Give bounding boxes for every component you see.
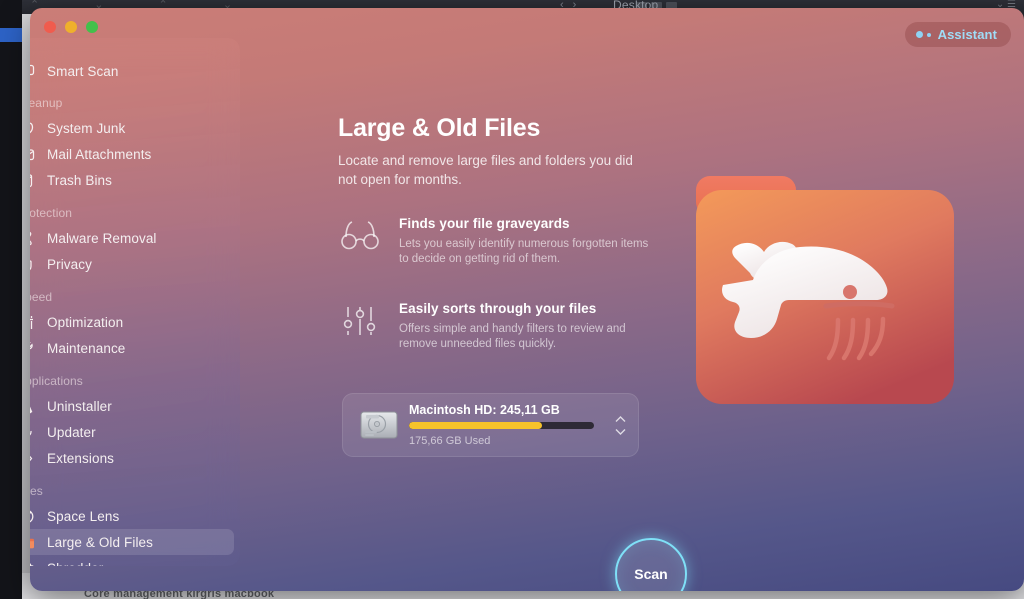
feature-title: Finds your file graveyards — [399, 216, 570, 231]
sidebar-item-mail-attachments[interactable]: Mail Attachments — [30, 141, 234, 167]
drive-usage-bar — [409, 422, 594, 429]
sidebar-item-system-junk[interactable]: System Junk — [30, 115, 234, 141]
space-lens-icon — [30, 507, 36, 526]
sidebar-group-speed: Speed — [30, 290, 53, 304]
feature-item: Finds your file graveyards Lets you easi… — [338, 216, 668, 267]
close-button[interactable] — [44, 21, 56, 33]
drive-name: Macintosh HD: 245,11 GB — [409, 403, 560, 417]
screen-left-edge — [0, 0, 22, 599]
drive-info: Macintosh HD: 245,11 GB 175,66 GB Used — [401, 403, 612, 447]
minimize-button[interactable] — [65, 21, 77, 33]
feature-text: Offers simple and handy filters to revie… — [399, 323, 626, 350]
sidebar-item-space-lens[interactable]: Space Lens — [30, 503, 234, 529]
mail-icon — [30, 145, 36, 164]
folder-icon — [30, 533, 36, 552]
feature-body: Finds your file graveyards Lets you easi… — [399, 216, 661, 267]
screen: ⌃ ⌄ ⌃ ⌄ ‹› Desktop ⌄ ☰ Core management k… — [0, 0, 1024, 599]
sliders-icon — [30, 313, 36, 332]
sidebar-label: Smart Scan — [47, 63, 119, 79]
biohazard-icon — [30, 229, 36, 248]
sidebar-label: Shredder — [47, 561, 103, 567]
feature-text: Lets you easily identify numerous forgot… — [399, 238, 649, 265]
smart-scan-icon — [30, 62, 36, 81]
sidebar-item-optimization[interactable]: Optimization — [30, 309, 234, 335]
sidebar-label: Maintenance — [47, 340, 126, 356]
sidebar-group-applications: Applications — [30, 374, 83, 388]
sidebar-label: Large & Old Files — [47, 534, 153, 550]
sidebar-item-uninstaller[interactable]: Uninstaller — [30, 393, 234, 419]
main-content: Large & Old Files Locate and remove larg… — [240, 8, 1024, 591]
sidebar-label: Optimization — [47, 314, 124, 330]
sidebar-label: Privacy — [47, 256, 92, 272]
screen-left-accent — [0, 28, 22, 42]
drive-selector[interactable]: Macintosh HD: 245,11 GB 175,66 GB Used — [342, 393, 639, 457]
wrench-icon — [30, 339, 36, 358]
sidebar-group-protection: Protection — [30, 206, 73, 220]
sidebar-label: Updater — [47, 424, 96, 440]
cleanmymac-window: Assistant Large & Old Files Locate and r… — [30, 8, 1024, 591]
sidebar-group-files: Files — [30, 484, 43, 498]
trash-icon — [30, 171, 36, 190]
sidebar-item-extensions[interactable]: Extensions — [30, 445, 234, 471]
chevron-up-down-icon[interactable] — [612, 415, 628, 435]
scan-button[interactable]: Scan — [615, 538, 687, 591]
whale-folder-icon — [690, 168, 965, 428]
page-description: Locate and remove large files and folder… — [338, 153, 633, 187]
zoom-button[interactable] — [86, 21, 98, 33]
sidebar-item-privacy[interactable]: Privacy — [30, 251, 234, 277]
sidebar-label: Mail Attachments — [47, 146, 152, 162]
sidebar-item-malware-removal[interactable]: Malware Removal — [30, 225, 234, 251]
feature-list: Finds your file graveyards Lets you easi… — [338, 216, 668, 386]
sidebar-item-trash-bins[interactable]: Trash Bins — [30, 167, 234, 193]
feature-title: Easily sorts through your files — [399, 301, 597, 316]
sidebar-item-shredder[interactable]: Shredder — [30, 555, 234, 566]
sidebar-label: Uninstaller — [47, 398, 112, 414]
updater-icon — [30, 423, 36, 442]
hard-drive-icon — [357, 409, 401, 441]
uninstaller-icon — [30, 397, 36, 416]
glasses-icon — [338, 216, 382, 267]
page-title: Large & Old Files — [338, 114, 541, 142]
drive-used-label: 175,66 GB Used — [409, 435, 491, 447]
sidebar: Smart Scan Cleanup System Junk — [30, 38, 240, 566]
drive-usage-fill — [409, 422, 543, 429]
sidebar-label: Extensions — [47, 450, 115, 466]
sidebar-item-smart-scan[interactable]: Smart Scan — [30, 58, 234, 84]
sidebar-item-updater[interactable]: Updater — [30, 419, 234, 445]
sidebar-label: Trash Bins — [47, 172, 113, 188]
sidebar-label: Malware Removal — [47, 230, 157, 246]
sidebar-label: System Junk — [47, 120, 126, 136]
feature-item: Easily sorts through your files Offers s… — [338, 301, 668, 352]
shredder-icon — [30, 559, 36, 566]
sidebar-group-cleanup: Cleanup — [30, 96, 63, 110]
sidebar-item-maintenance[interactable]: Maintenance — [30, 335, 234, 361]
filters-icon — [338, 301, 382, 352]
sidebar-label: Space Lens — [47, 508, 120, 524]
hand-icon — [30, 255, 36, 274]
extensions-icon — [30, 449, 36, 468]
feature-body: Easily sorts through your files Offers s… — [399, 301, 661, 352]
traffic-lights[interactable] — [44, 21, 98, 33]
system-junk-icon — [30, 119, 36, 138]
scan-button-label: Scan — [634, 566, 668, 582]
sidebar-item-large-and-old-files[interactable]: Large & Old Files — [30, 529, 234, 555]
